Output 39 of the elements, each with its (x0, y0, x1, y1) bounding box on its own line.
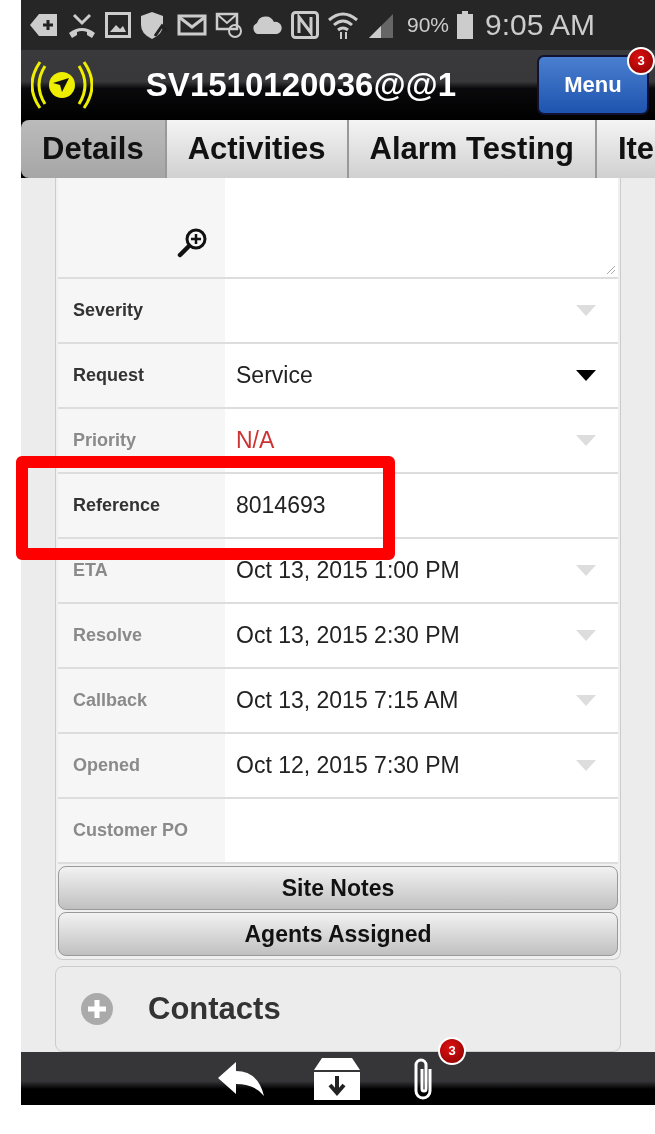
input-field[interactable] (225, 799, 618, 862)
mail-icon (177, 13, 207, 37)
section-button[interactable]: Site Notes (58, 866, 618, 910)
dropdown-field[interactable]: Service (225, 344, 618, 407)
wifi-icon (327, 10, 359, 40)
resize-grip-icon (606, 265, 616, 275)
field-label: Priority (73, 430, 137, 451)
add-tag-icon (29, 12, 59, 38)
email-icon (215, 11, 243, 39)
dropdown-field[interactable] (225, 279, 618, 342)
tab[interactable]: Ite (596, 120, 655, 178)
section-title: Contacts (148, 991, 281, 1027)
picture-icon (105, 12, 131, 38)
field-label: Severity (73, 300, 144, 321)
field-label: ETA (73, 560, 108, 581)
field-label: Customer PO (73, 820, 189, 841)
zoom-in-icon (177, 227, 209, 259)
battery-percent: 90% (407, 13, 450, 37)
field-label: Opened (73, 755, 140, 776)
missed-call-icon (67, 11, 97, 39)
nfc-icon (291, 11, 319, 39)
tab[interactable]: Activities (166, 120, 349, 178)
signal-icon (367, 12, 395, 38)
field-label: Callback (73, 690, 148, 711)
archive-download-icon (314, 1057, 360, 1100)
input-field[interactable]: 8014693 (225, 474, 618, 537)
clock-time: 9:05 AM (485, 8, 596, 42)
field-label: Reference (73, 495, 161, 516)
screen-title: SV1510120036@@1 (144, 66, 458, 104)
tab[interactable]: Details (21, 120, 167, 178)
notification-badge: 3 (627, 47, 655, 75)
text-area[interactable] (225, 178, 618, 277)
reply-icon (218, 1061, 264, 1096)
section-button[interactable]: Agents Assigned (58, 912, 618, 956)
cloud-icon (251, 14, 283, 36)
field-label: Resolve (73, 625, 143, 646)
battery-icon (457, 11, 474, 39)
field-label: Request (73, 365, 144, 386)
tab[interactable]: Alarm Testing (348, 120, 597, 178)
